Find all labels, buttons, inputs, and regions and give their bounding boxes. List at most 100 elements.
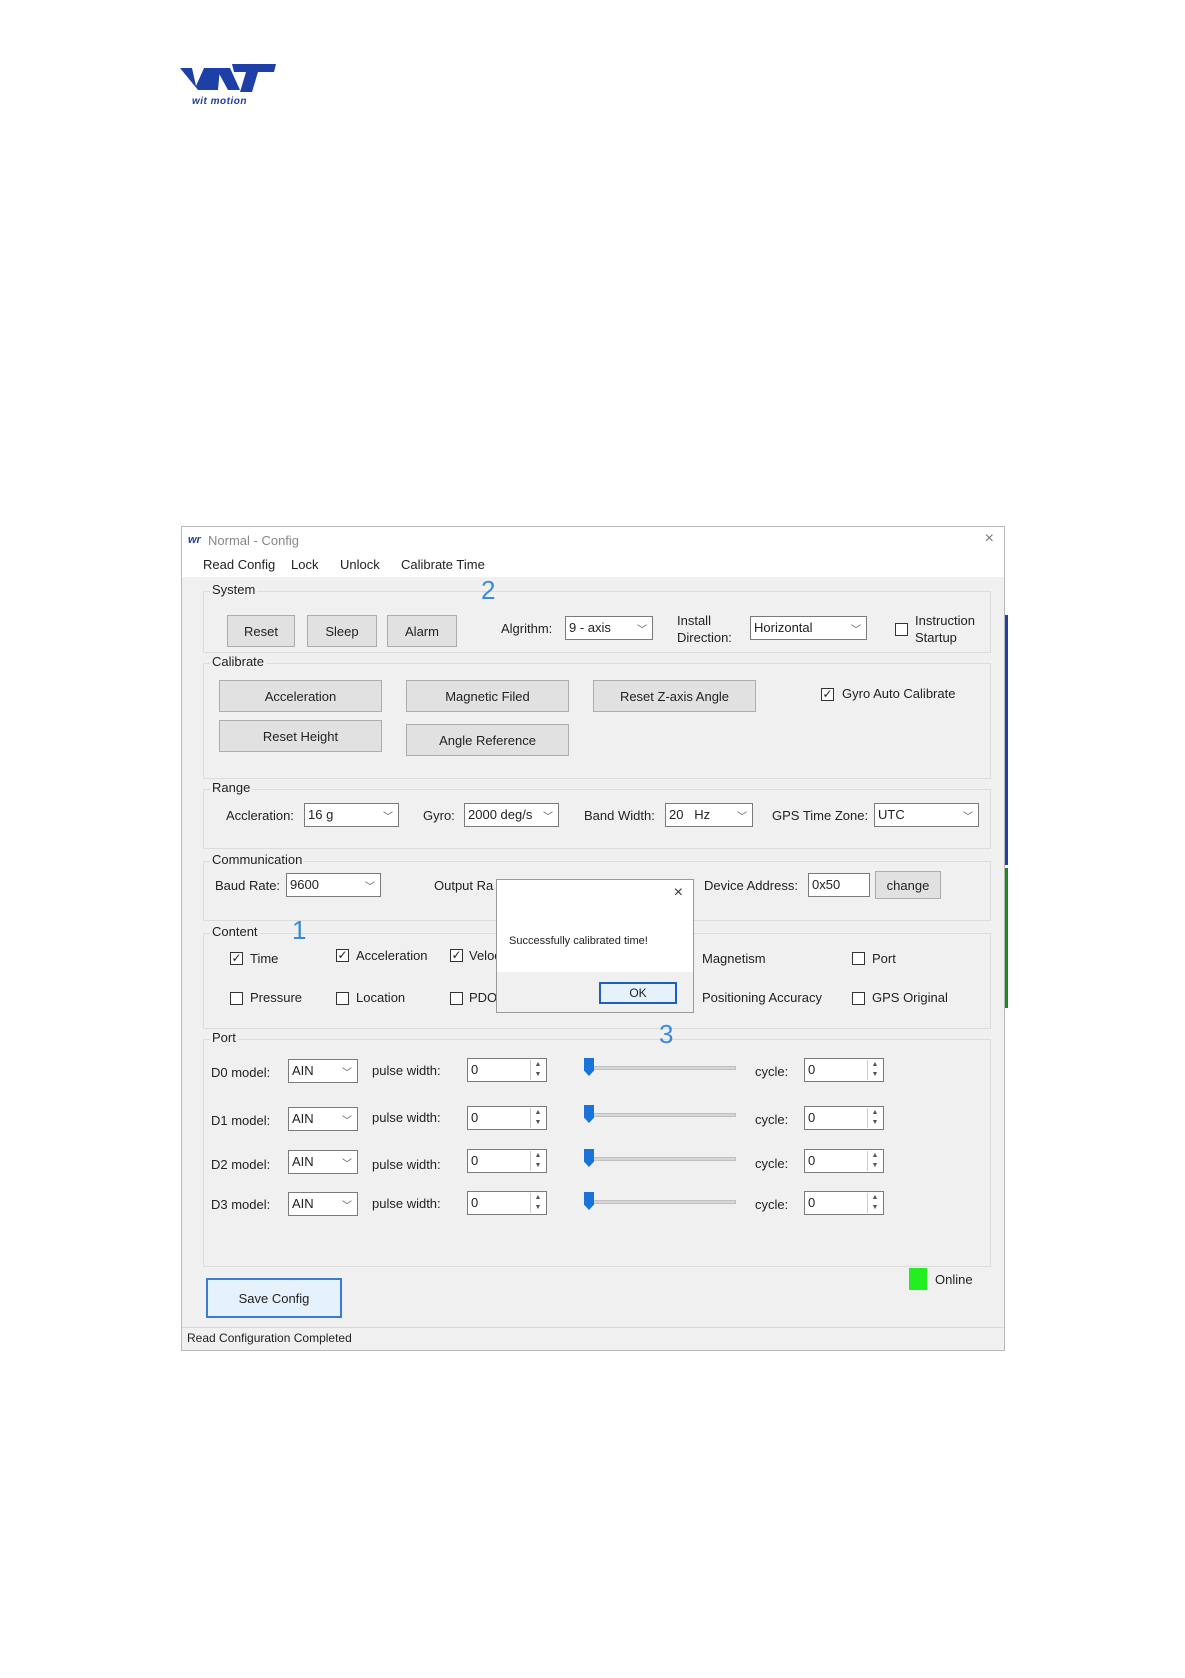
device-address-input[interactable]: 0x50 — [808, 873, 870, 897]
spinner[interactable]: ▲ ▼ — [530, 1193, 545, 1213]
spin-up-icon[interactable]: ▲ — [868, 1193, 882, 1203]
close-icon[interactable]: × — [985, 530, 994, 548]
save-config-button[interactable]: Save Config — [206, 1278, 342, 1318]
d3-model-select[interactable]: AIN ﹀ — [288, 1192, 358, 1216]
acceleration-range-select[interactable]: 16 g ﹀ — [304, 803, 399, 827]
spinner[interactable]: ▲ ▼ — [530, 1060, 545, 1080]
d3-cycle-input[interactable]: 0 ▲ ▼ — [804, 1191, 884, 1215]
spin-down-icon[interactable]: ▼ — [868, 1203, 882, 1213]
reset-button[interactable]: Reset — [227, 615, 295, 647]
spin-down-icon[interactable]: ▼ — [868, 1118, 882, 1128]
bandwidth-value: 20 Hz — [669, 807, 711, 822]
spinner[interactable]: ▲ ▼ — [867, 1193, 882, 1213]
menu-calibrate-time[interactable]: Calibrate Time — [401, 557, 485, 572]
spin-up-icon[interactable]: ▲ — [531, 1060, 545, 1070]
d0-pulse-width-input[interactable]: 0 ▲ ▼ — [467, 1058, 547, 1082]
chevron-down-icon: ﹀ — [637, 625, 647, 636]
d2-slider-track[interactable] — [584, 1157, 736, 1161]
change-address-button[interactable]: change — [875, 871, 941, 899]
spinner[interactable]: ▲ ▼ — [867, 1108, 882, 1128]
reset-height-button[interactable]: Reset Height — [219, 720, 382, 752]
algorithm-select[interactable]: 9 - axis ﹀ — [565, 616, 653, 640]
bandwidth-select[interactable]: 20 Hz ﹀ — [665, 803, 753, 827]
spinner[interactable]: ▲ ▼ — [530, 1108, 545, 1128]
baud-rate-select[interactable]: 9600 ﹀ — [286, 873, 381, 897]
content-pressure-checkbox[interactable] — [230, 992, 243, 1005]
menu-read-config[interactable]: Read Config — [203, 557, 275, 572]
d1-model-label: D1 model: — [211, 1113, 271, 1128]
spin-up-icon[interactable]: ▲ — [531, 1108, 545, 1118]
reset-z-axis-angle-button[interactable]: Reset Z-axis Angle — [593, 680, 756, 712]
content-velocity-checkbox[interactable]: ✓ — [450, 949, 463, 962]
d1-pulse-width-input[interactable]: 0 ▲ ▼ — [467, 1106, 547, 1130]
d2-pulse-width-input[interactable]: 0 ▲ ▼ — [467, 1149, 547, 1173]
d1-cycle-input[interactable]: 0 ▲ ▼ — [804, 1106, 884, 1130]
content-location-label: Location — [356, 990, 406, 1005]
d3-slider-track[interactable] — [584, 1200, 736, 1204]
spin-up-icon[interactable]: ▲ — [868, 1108, 882, 1118]
d0-model-label: D0 model: — [211, 1065, 271, 1080]
d2-cycle-input[interactable]: 0 ▲ ▼ — [804, 1149, 884, 1173]
spinner[interactable]: ▲ ▼ — [867, 1060, 882, 1080]
install-direction-value: Horizontal — [754, 620, 813, 635]
content-port-checkbox[interactable] — [852, 952, 865, 965]
content-gps-original-checkbox[interactable] — [852, 992, 865, 1005]
d2-model-select[interactable]: AIN ﹀ — [288, 1150, 358, 1174]
d1-model-select[interactable]: AIN ﹀ — [288, 1107, 358, 1131]
gyro-auto-calibrate-checkbox[interactable]: ✓ — [821, 688, 834, 701]
chevron-down-icon: ﹀ — [963, 812, 973, 823]
spin-down-icon[interactable]: ▼ — [531, 1161, 545, 1171]
d0-model-select[interactable]: AIN ﹀ — [288, 1059, 358, 1083]
annotation-number: 3 — [659, 1019, 674, 1049]
chevron-down-icon: ﹀ — [342, 1159, 352, 1170]
spin-down-icon[interactable]: ▼ — [531, 1203, 545, 1213]
d3-model-label: D3 model: — [211, 1197, 271, 1212]
dialog-ok-button[interactable]: OK — [599, 982, 677, 1004]
menu-unlock[interactable]: Unlock — [340, 557, 380, 572]
d1-slider-track[interactable] — [584, 1113, 736, 1117]
spinner[interactable]: ▲ ▼ — [867, 1151, 882, 1171]
d3-pulse-width-input[interactable]: 0 ▲ ▼ — [467, 1191, 547, 1215]
instruction-startup-checkbox[interactable] — [895, 623, 908, 636]
spin-up-icon[interactable]: ▲ — [868, 1151, 882, 1161]
gyro-range-label: Gyro: — [423, 808, 455, 823]
d0-cycle-value: 0 — [808, 1062, 816, 1077]
sleep-button[interactable]: Sleep — [307, 615, 377, 647]
d1-model-value: AIN — [292, 1111, 314, 1126]
dialog-close-icon[interactable]: × — [674, 884, 683, 902]
spin-up-icon[interactable]: ▲ — [868, 1060, 882, 1070]
online-indicator — [909, 1268, 927, 1290]
system-group-label: System — [210, 582, 258, 597]
spin-down-icon[interactable]: ▼ — [531, 1118, 545, 1128]
d0-cycle-input[interactable]: 0 ▲ ▼ — [804, 1058, 884, 1082]
background-window-edge — [1005, 868, 1008, 1008]
magnetic-filed-button[interactable]: Magnetic Filed — [406, 680, 569, 712]
gps-time-zone-select[interactable]: UTC ﹀ — [874, 803, 979, 827]
spin-up-icon[interactable]: ▲ — [531, 1151, 545, 1161]
calibrate-group-label: Calibrate — [210, 654, 267, 669]
bandwidth-label: Band Width: — [584, 808, 655, 823]
install-direction-select[interactable]: Horizontal ﹀ — [750, 616, 867, 640]
chevron-down-icon: ﹀ — [365, 882, 375, 893]
gyro-range-select[interactable]: 2000 deg/s ﹀ — [464, 803, 559, 827]
spin-down-icon[interactable]: ▼ — [868, 1070, 882, 1080]
d0-slider-track[interactable] — [584, 1066, 736, 1070]
content-location-checkbox[interactable] — [336, 992, 349, 1005]
angle-reference-button[interactable]: Angle Reference — [406, 724, 569, 756]
annotation-number: 1 — [292, 915, 307, 945]
spin-down-icon[interactable]: ▼ — [531, 1070, 545, 1080]
spin-down-icon[interactable]: ▼ — [868, 1161, 882, 1171]
content-pdop-checkbox[interactable] — [450, 992, 463, 1005]
alarm-button[interactable]: Alarm — [387, 615, 457, 647]
spinner[interactable]: ▲ ▼ — [530, 1151, 545, 1171]
chevron-down-icon: ﹀ — [851, 625, 861, 636]
spin-up-icon[interactable]: ▲ — [531, 1193, 545, 1203]
content-time-checkbox[interactable]: ✓ — [230, 952, 243, 965]
acceleration-calibrate-button[interactable]: Acceleration — [219, 680, 382, 712]
d2-pulse-width-label: pulse width: — [372, 1157, 441, 1172]
install-label: Install — [677, 613, 711, 628]
d3-model-value: AIN — [292, 1196, 314, 1211]
menu-lock[interactable]: Lock — [291, 557, 318, 572]
d1-cycle-value: 0 — [808, 1110, 816, 1125]
content-acceleration-checkbox[interactable]: ✓ — [336, 949, 349, 962]
